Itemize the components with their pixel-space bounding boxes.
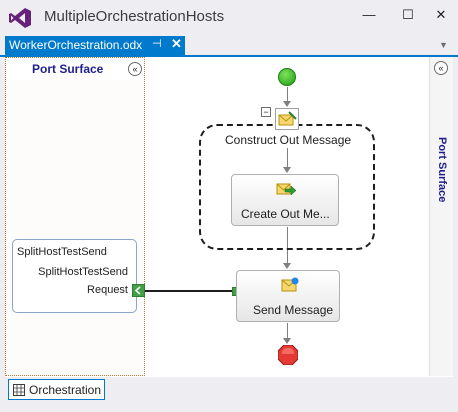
port-title: SplitHostTestSend [17, 246, 107, 258]
port-connector-handle[interactable] [132, 284, 145, 297]
collapse-right-icon[interactable]: « [434, 61, 448, 75]
port-surface-left[interactable]: Port Surface « [5, 57, 145, 376]
send-envelope-icon [281, 277, 299, 292]
port-operation[interactable]: Request [87, 284, 128, 296]
document-tab-label: WorkerOrchestration.odx [9, 38, 143, 52]
connector-line [287, 323, 288, 338]
create-step-label: Create Out Me... [241, 207, 330, 221]
end-shape-icon[interactable] [278, 345, 298, 365]
scope-collapse-toggle[interactable]: − [261, 107, 271, 117]
close-button[interactable]: ✕ [428, 4, 454, 26]
connector-arrow [283, 101, 291, 107]
window-title: MultipleOrchestrationHosts [44, 8, 225, 25]
construct-message-label: Construct Out Message [225, 133, 352, 147]
port-surface-right-title: Port Surface [436, 137, 448, 203]
create-out-message-step[interactable]: Create Out Me... [231, 174, 339, 226]
orchestration-view-tab[interactable]: Orchestration [8, 379, 105, 400]
send-step-label: Send Message [253, 303, 334, 317]
collapse-left-icon[interactable]: « [128, 62, 142, 76]
send-message-step[interactable]: Send Message [236, 270, 340, 322]
bottom-tab-label: Orchestration [29, 383, 102, 397]
document-tab[interactable]: WorkerOrchestration.odx ⊣ ✕ [5, 36, 185, 55]
port-name: SplitHostTestSend [38, 266, 128, 278]
minimize-button[interactable]: — [356, 4, 382, 26]
port-handle-icon [134, 286, 141, 295]
port-box[interactable]: SplitHostTestSend SplitHostTestSend Requ… [12, 239, 137, 313]
port-surface-right[interactable]: « Port Surface [429, 57, 453, 376]
maximize-button[interactable]: ☐ [395, 4, 421, 26]
pin-icon[interactable]: ⊣ [152, 37, 162, 50]
tab-close-icon[interactable]: ✕ [171, 36, 182, 52]
visual-studio-logo-icon [9, 8, 31, 28]
connector-arrow [283, 338, 291, 344]
connector-line [287, 87, 288, 101]
grid-icon [13, 384, 25, 396]
construct-message-icon[interactable] [275, 108, 299, 130]
message-assign-icon [276, 183, 296, 196]
port-surface-left-header: Port Surface « [6, 58, 144, 80]
tab-dropdown-icon[interactable]: ▼ [439, 40, 448, 50]
envelope-pencil-icon [278, 111, 297, 126]
port-binding-line [145, 290, 233, 292]
port-surface-left-title: Port Surface [32, 62, 104, 76]
start-shape[interactable] [278, 68, 296, 86]
connector-arrow [283, 263, 291, 269]
